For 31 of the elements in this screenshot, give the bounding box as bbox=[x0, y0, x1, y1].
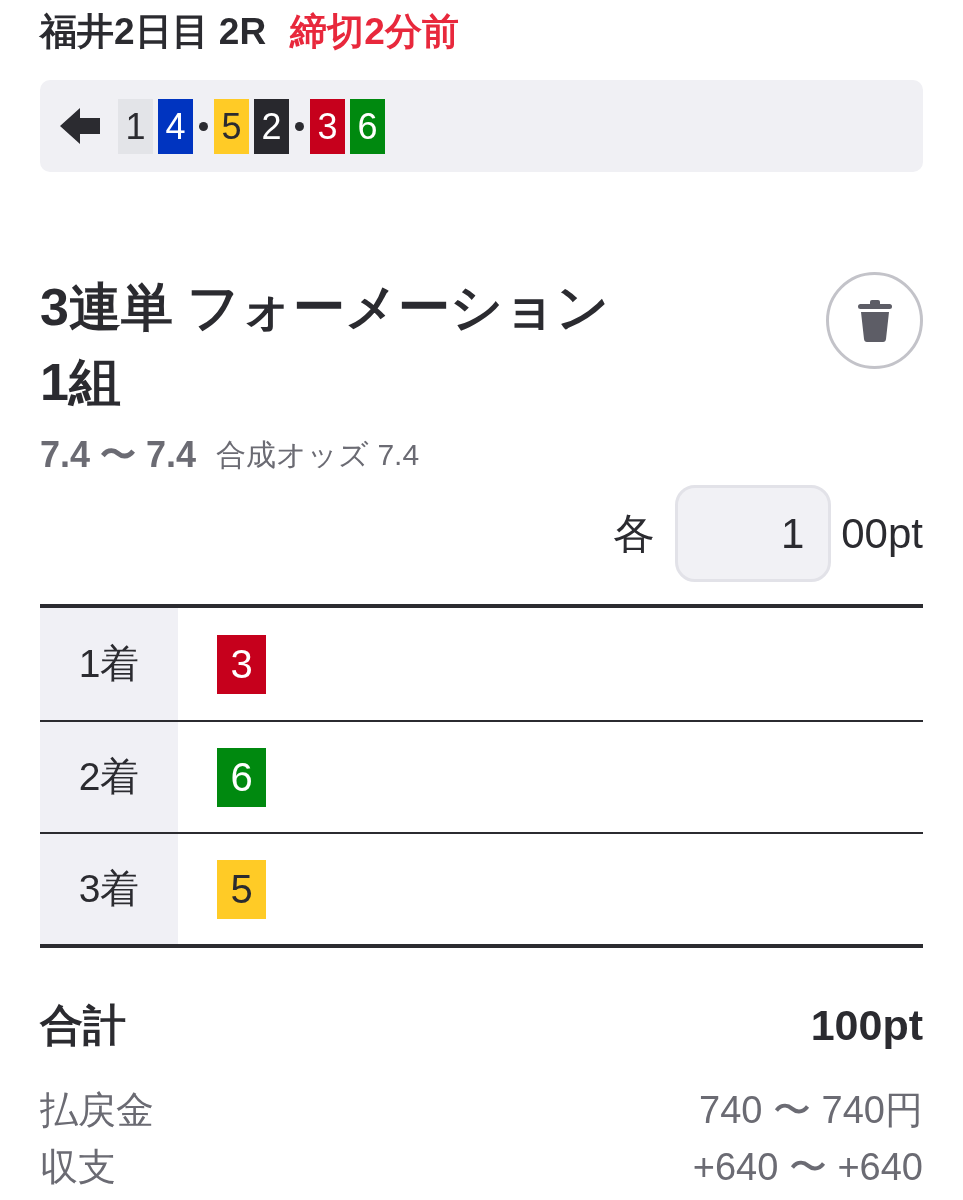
number-chip: 5 bbox=[217, 859, 266, 919]
number-chip: 4 bbox=[158, 98, 193, 154]
amount-prefix: 各 bbox=[613, 509, 656, 559]
separator-dot-icon bbox=[295, 121, 304, 131]
bet-type-title: 3連単 フォーメーション bbox=[40, 277, 610, 338]
back-arrow-icon[interactable] bbox=[60, 108, 100, 144]
combination-count: 1組 bbox=[40, 352, 122, 413]
amount-field[interactable]: 1 bbox=[675, 485, 832, 582]
number-chip: 5 bbox=[214, 98, 249, 154]
position-cell: 2着 bbox=[40, 722, 178, 832]
number-chip: 6 bbox=[350, 98, 385, 154]
deadline-label: 締切2分前 bbox=[290, 10, 459, 54]
amount-unit: 00pt bbox=[841, 509, 923, 559]
total-label: 合計 bbox=[40, 999, 126, 1051]
separator-dot-icon bbox=[199, 121, 208, 131]
number-chip: 3 bbox=[310, 98, 345, 154]
position-cell: 3着 bbox=[40, 834, 178, 944]
combined-odds: 合成オッズ 7.4 bbox=[216, 437, 420, 473]
summary-value: +640 〜 +640 bbox=[692, 1145, 923, 1190]
odds-range: 7.4 〜 7.4 bbox=[40, 435, 197, 475]
summary-label: 収支 bbox=[40, 1145, 116, 1190]
number-chip: 6 bbox=[217, 747, 266, 807]
summary-value: 740 〜 740円 bbox=[699, 1088, 923, 1133]
number-chip: 2 bbox=[254, 98, 289, 154]
race-title: 福井2日目 2R bbox=[40, 10, 267, 54]
number-chip: 1 bbox=[118, 98, 153, 154]
number-chip: 3 bbox=[217, 634, 266, 694]
summary-label: 払戻金 bbox=[40, 1088, 154, 1133]
position-cell: 1着 bbox=[40, 608, 178, 720]
total-value: 100pt bbox=[810, 999, 923, 1051]
trash-icon bbox=[857, 299, 892, 342]
